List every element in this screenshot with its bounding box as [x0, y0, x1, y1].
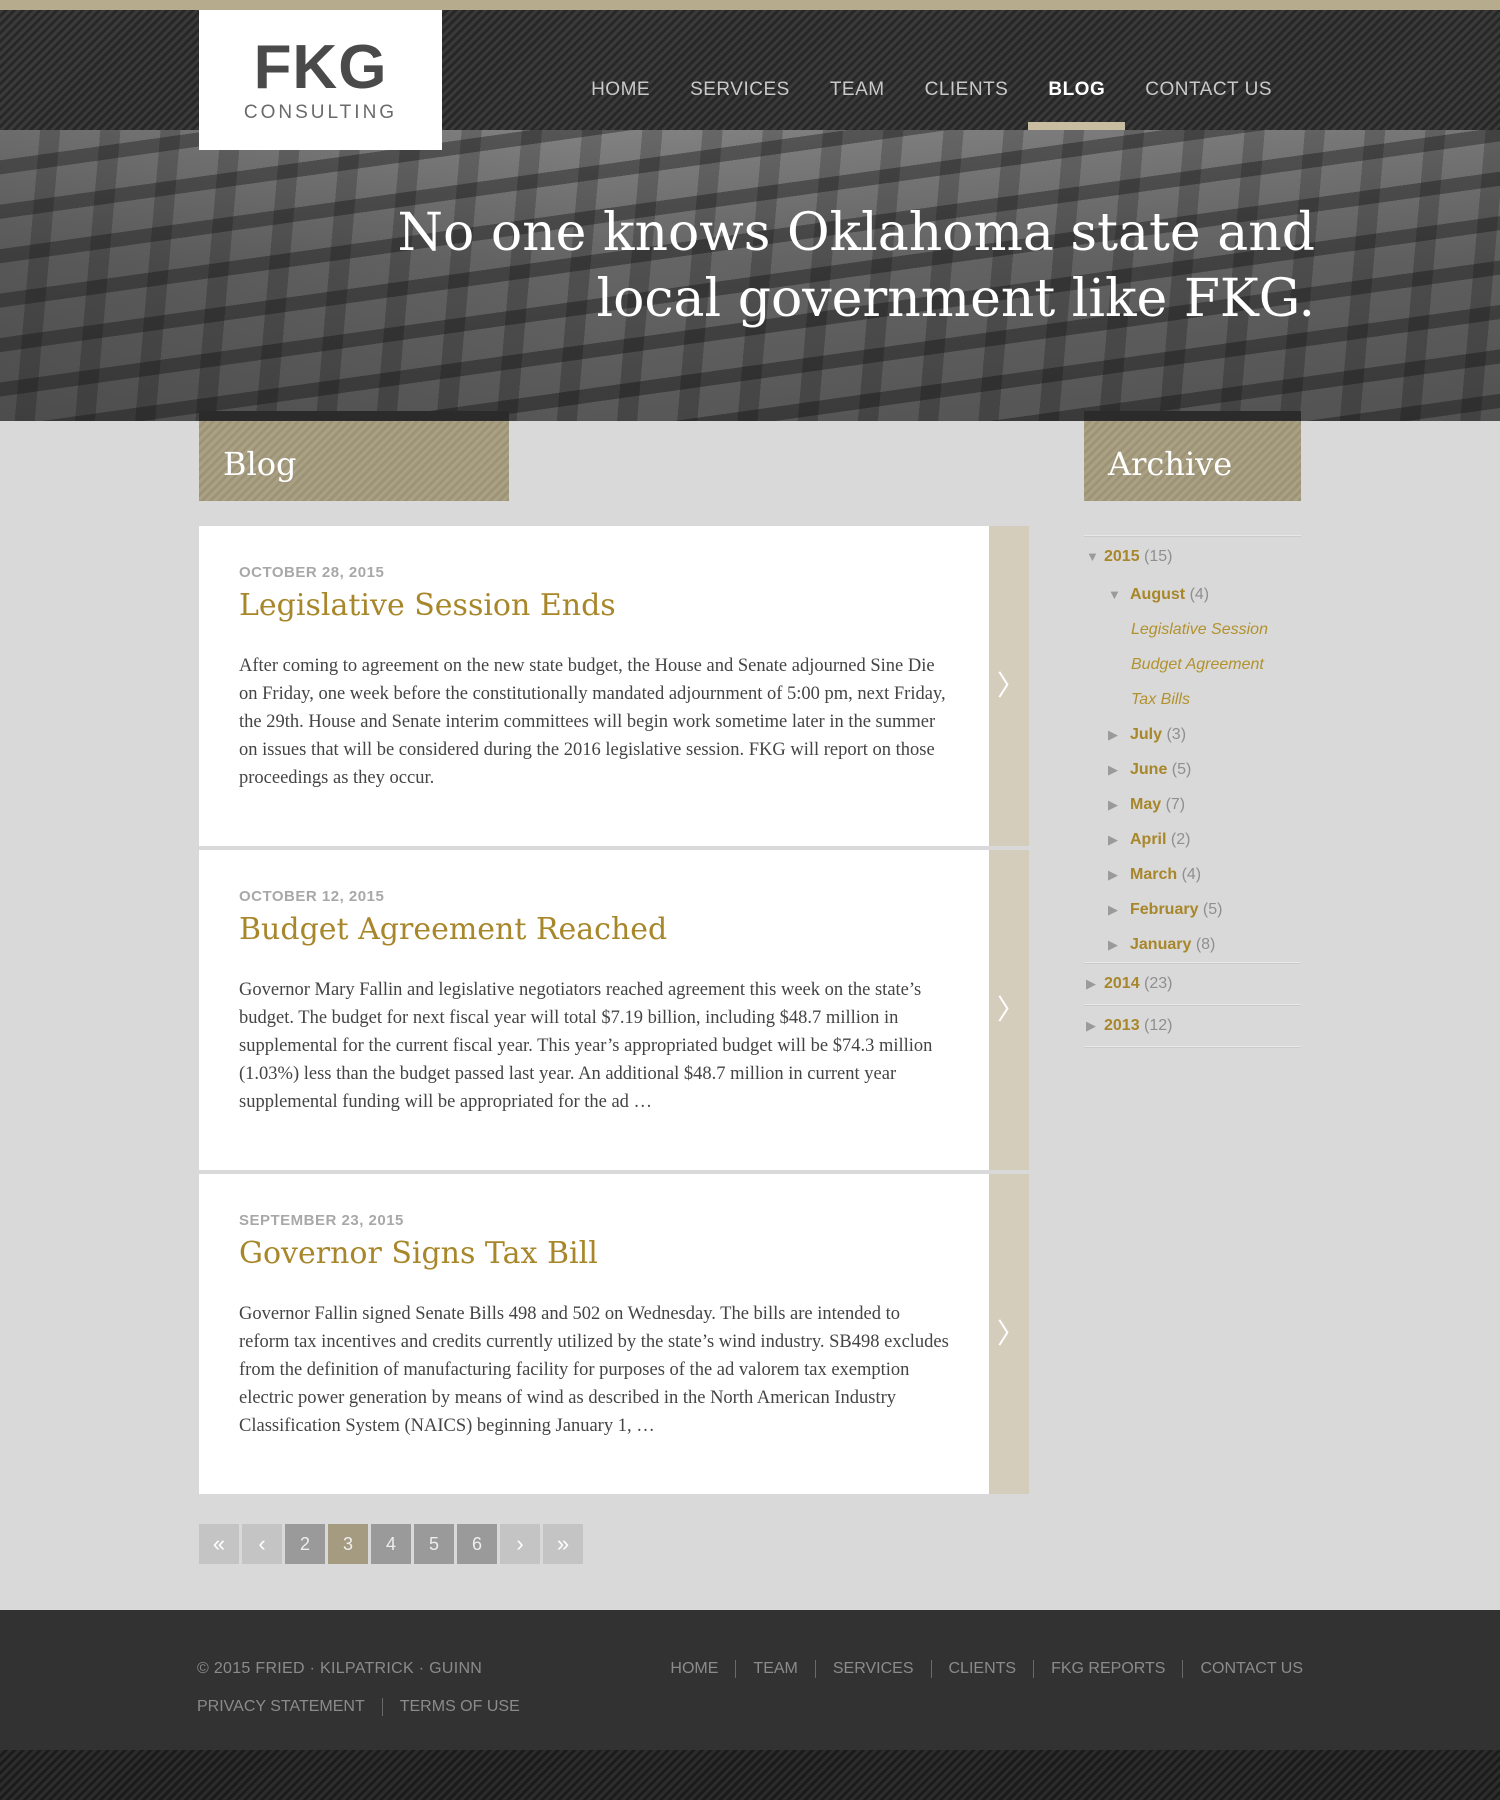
- archive-year-2015[interactable]: ▼ 2015 (15): [1084, 537, 1301, 577]
- footer-nav-team[interactable]: TEAM: [735, 1660, 814, 1678]
- site-footer: © 2015 FRIED · KILPATRICK · GUINN PRIVAC…: [0, 1610, 1500, 1750]
- footer-nav-services[interactable]: SERVICES: [814, 1660, 931, 1678]
- archive-month-february[interactable]: ▶ February (5): [1084, 892, 1301, 927]
- hero-line-1: No one knows Oklahoma state and: [397, 203, 1315, 263]
- main-nav: HOME SERVICES TEAM CLIENTS BLOG CONTACT …: [571, 10, 1292, 130]
- copyright: © 2015 FRIED · KILPATRICK · GUINN: [197, 1660, 483, 1677]
- triangle-right-icon: ▶: [1108, 902, 1118, 917]
- terms-of-use-link[interactable]: TERMS OF USE: [381, 1698, 537, 1716]
- footer-nav-clients[interactable]: CLIENTS: [930, 1660, 1034, 1678]
- archive-year-2014[interactable]: ▶ 2014 (23): [1084, 964, 1301, 1004]
- post-date: SEPTEMBER 23, 2015: [239, 1212, 404, 1229]
- archive-month-april[interactable]: ▶ April (2): [1084, 822, 1301, 857]
- logo-subtitle: CONSULTING: [243, 102, 398, 123]
- nav-home[interactable]: HOME: [571, 10, 670, 130]
- post-open-button[interactable]: 〉: [989, 850, 1029, 1170]
- footer-nav-contact-us[interactable]: CONTACT US: [1182, 1660, 1303, 1678]
- post-excerpt: Governor Mary Fallin and legislative neg…: [239, 980, 933, 1112]
- nav-services[interactable]: SERVICES: [670, 10, 810, 130]
- post-list: OCTOBER 28, 2015 Legislative Session End…: [199, 526, 1029, 1498]
- triangle-right-icon: ▶: [1108, 937, 1118, 952]
- archive-post-link[interactable]: Budget Agreement: [1084, 647, 1301, 682]
- next-page-button[interactable]: ›: [500, 1524, 540, 1564]
- pagination: « ‹ 2 3 4 5 6 › »: [199, 1524, 586, 1564]
- archive-month-january[interactable]: ▶ January (8): [1084, 927, 1301, 962]
- triangle-down-icon: ▼: [1108, 587, 1121, 602]
- nav-clients[interactable]: CLIENTS: [905, 10, 1029, 130]
- archive-post-link[interactable]: Tax Bills: [1084, 682, 1301, 717]
- archive-month-august[interactable]: ▼ August (4): [1084, 577, 1301, 612]
- archive-month-may[interactable]: ▶ May (7): [1084, 787, 1301, 822]
- logo[interactable]: FKG CONSULTING: [199, 10, 442, 150]
- triangle-right-icon: ▶: [1108, 797, 1118, 812]
- post-open-button[interactable]: 〉: [989, 1174, 1029, 1494]
- triangle-right-icon: ▶: [1108, 727, 1118, 742]
- logo-mark: FKG: [253, 33, 388, 102]
- archive-month-june[interactable]: ▶ June (5): [1084, 752, 1301, 787]
- post-title[interactable]: Budget Agreement Reached: [239, 912, 667, 947]
- page-4-button[interactable]: 4: [371, 1524, 411, 1564]
- footer-stripe: [0, 1750, 1500, 1800]
- archive-month-march[interactable]: ▶ March (4): [1084, 857, 1301, 892]
- legal-links: PRIVACY STATEMENT TERMS OF USE: [197, 1698, 537, 1716]
- post-title[interactable]: Governor Signs Tax Bill: [239, 1236, 598, 1271]
- post-card: SEPTEMBER 23, 2015 Governor Signs Tax Bi…: [199, 1174, 1029, 1494]
- archive-tree: ▼ 2015 (15) ▼ August (4) Legislative Ses…: [1084, 535, 1301, 1048]
- last-page-button[interactable]: »: [543, 1524, 583, 1564]
- post-excerpt: After coming to agreement on the new sta…: [239, 656, 946, 788]
- triangle-right-icon: ▶: [1086, 976, 1096, 991]
- first-page-button[interactable]: «: [199, 1524, 239, 1564]
- triangle-right-icon: ▶: [1108, 867, 1118, 882]
- chevron-right-icon: 〉: [997, 669, 1026, 702]
- nav-blog[interactable]: BLOG: [1028, 10, 1126, 130]
- archive-heading: Archive: [1084, 411, 1301, 501]
- post-excerpt: Governor Fallin signed Senate Bills 498 …: [239, 1304, 949, 1436]
- post-open-button[interactable]: 〉: [989, 526, 1029, 846]
- page-2-button[interactable]: 2: [285, 1524, 325, 1564]
- post-date: OCTOBER 12, 2015: [239, 888, 385, 905]
- page-3-button[interactable]: 3: [328, 1524, 368, 1564]
- footer-nav-home[interactable]: HOME: [670, 1660, 735, 1678]
- triangle-right-icon: ▶: [1108, 762, 1118, 777]
- privacy-statement-link[interactable]: PRIVACY STATEMENT: [197, 1698, 382, 1716]
- post-card: OCTOBER 12, 2015 Budget Agreement Reache…: [199, 850, 1029, 1170]
- page-6-button[interactable]: 6: [457, 1524, 497, 1564]
- hero-line-2: local government like FKG.: [596, 269, 1315, 329]
- page-5-button[interactable]: 5: [414, 1524, 454, 1564]
- footer-nav-fkg-reports[interactable]: FKG REPORTS: [1033, 1660, 1182, 1678]
- triangle-down-icon: ▼: [1086, 549, 1099, 564]
- triangle-right-icon: ▶: [1108, 832, 1118, 847]
- blog-heading: Blog: [199, 411, 509, 501]
- footer-nav: HOME TEAM SERVICES CLIENTS FKG REPORTS C…: [670, 1660, 1303, 1678]
- archive-year-2013[interactable]: ▶ 2013 (12): [1084, 1006, 1301, 1046]
- archive-post-link[interactable]: Legislative Session: [1084, 612, 1301, 647]
- archive-month-july[interactable]: ▶ July (3): [1084, 717, 1301, 752]
- post-title[interactable]: Legislative Session Ends: [239, 588, 616, 623]
- post-date: OCTOBER 28, 2015: [239, 564, 385, 581]
- top-accent-line: [0, 0, 1500, 10]
- hero-tagline: No one knows Oklahoma state and local go…: [315, 200, 1315, 332]
- post-card: OCTOBER 28, 2015 Legislative Session End…: [199, 526, 1029, 846]
- nav-team[interactable]: TEAM: [810, 10, 905, 130]
- chevron-right-icon: 〉: [997, 993, 1026, 1026]
- previous-page-button[interactable]: ‹: [242, 1524, 282, 1564]
- hero-banner: No one knows Oklahoma state and local go…: [0, 130, 1500, 421]
- triangle-right-icon: ▶: [1086, 1018, 1096, 1033]
- nav-contact-us[interactable]: CONTACT US: [1125, 10, 1292, 130]
- chevron-right-icon: 〉: [997, 1317, 1026, 1350]
